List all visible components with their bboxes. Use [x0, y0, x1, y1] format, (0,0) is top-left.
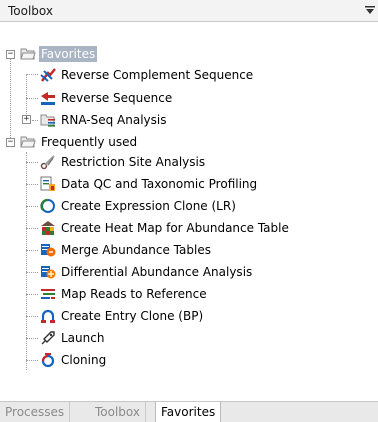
- tree-item-merge-abundance-tables[interactable]: Merge Abundance Tables: [40, 240, 213, 260]
- tree-folder-rna-seq-analysis[interactable]: RNA-Seq Analysis: [40, 110, 168, 130]
- tree-item-label: Merge Abundance Tables: [61, 243, 211, 257]
- collapse-frequently-used-toggle[interactable]: −: [6, 138, 15, 147]
- tree-item-launch[interactable]: Launch: [40, 328, 106, 348]
- tree-item-create-entry-clone-bp[interactable]: Create Entry Clone (BP): [40, 306, 205, 326]
- heat-map-icon: [41, 221, 55, 235]
- panel-menu-icon[interactable]: [364, 4, 376, 16]
- tree-item-label: Restriction Site Analysis: [61, 155, 206, 169]
- tree-folder-frequently-used[interactable]: Frequently used: [20, 132, 139, 152]
- tree-folder-label: Favorites: [39, 46, 98, 62]
- tree-item-label: Create Heat Map for Abundance Table: [61, 221, 289, 235]
- tree-item-label: RNA-Seq Analysis: [61, 113, 167, 127]
- tree-item-map-reads-to-reference[interactable]: Map Reads to Reference: [40, 284, 209, 304]
- collapse-favorites-toggle[interactable]: −: [6, 50, 15, 59]
- tree-item-label: Launch: [61, 331, 105, 345]
- panel-title: Toolbox: [8, 4, 53, 18]
- tree-item-create-expression-clone-lr[interactable]: Create Expression Clone (LR): [40, 196, 238, 216]
- tree-item-label: Differential Abundance Analysis: [61, 265, 253, 279]
- folder-open-icon: [20, 136, 36, 148]
- tree-item-cloning[interactable]: Cloning: [40, 350, 108, 370]
- tab-label: Favorites: [161, 405, 216, 419]
- expression-clone-icon: [40, 198, 55, 213]
- entry-clone-icon: [41, 309, 55, 323]
- merge-tables-icon: [41, 244, 56, 257]
- tree-folder-label: Frequently used: [41, 135, 138, 149]
- reverse-complement-icon: [40, 68, 56, 82]
- cloning-icon: [41, 353, 55, 368]
- folder-open-icon: [20, 48, 36, 60]
- bottom-tab-bar: Processes Toolbox Favorites: [0, 401, 378, 422]
- tab-favorites[interactable]: Favorites: [155, 402, 222, 422]
- map-reads-icon: [41, 289, 55, 299]
- tree-item-label: Create Expression Clone (LR): [61, 199, 236, 213]
- tab-label: Processes: [5, 405, 65, 419]
- tree-item-differential-abundance-analysis[interactable]: Differential Abundance Analysis: [40, 262, 254, 282]
- tree-item-label: Create Entry Clone (BP): [61, 309, 204, 323]
- tree-item-label: Map Reads to Reference: [61, 287, 207, 301]
- panel-header: Toolbox: [0, 0, 378, 22]
- tree-item-restriction-site-analysis[interactable]: Restriction Site Analysis: [40, 152, 207, 172]
- tree-item-label: Cloning: [61, 353, 107, 367]
- scissors-icon: [40, 155, 55, 170]
- differential-abundance-icon: [41, 266, 56, 279]
- tab-processes[interactable]: Processes: [0, 402, 71, 422]
- tree-item-label: Data QC and Taxonomic Profiling: [61, 177, 258, 191]
- tree-item-label: Reverse Sequence: [61, 91, 173, 105]
- tree-item-label: Reverse Complement Sequence: [61, 68, 254, 82]
- tab-toolbox[interactable]: Toolbox: [90, 402, 146, 422]
- tab-label: Toolbox: [95, 405, 140, 419]
- tree-item-reverse-sequence[interactable]: Reverse Sequence: [40, 88, 174, 108]
- tree-item-reverse-complement-sequence[interactable]: Reverse Complement Sequence: [40, 65, 255, 85]
- reverse-sequence-icon: [41, 92, 55, 105]
- expand-rna-seq-toggle[interactable]: +: [22, 115, 31, 124]
- toolbox-tree: − Favorites Reverse Complement Sequence …: [6, 44, 372, 400]
- tree-folder-favorites[interactable]: Favorites: [20, 44, 98, 64]
- data-qc-icon: [40, 176, 55, 191]
- tree-item-data-qc-taxonomic-profiling[interactable]: Data QC and Taxonomic Profiling: [40, 174, 259, 194]
- rna-seq-folder-icon: [40, 114, 55, 127]
- launch-icon: [41, 331, 55, 345]
- tree-item-create-heat-map[interactable]: Create Heat Map for Abundance Table: [40, 218, 291, 238]
